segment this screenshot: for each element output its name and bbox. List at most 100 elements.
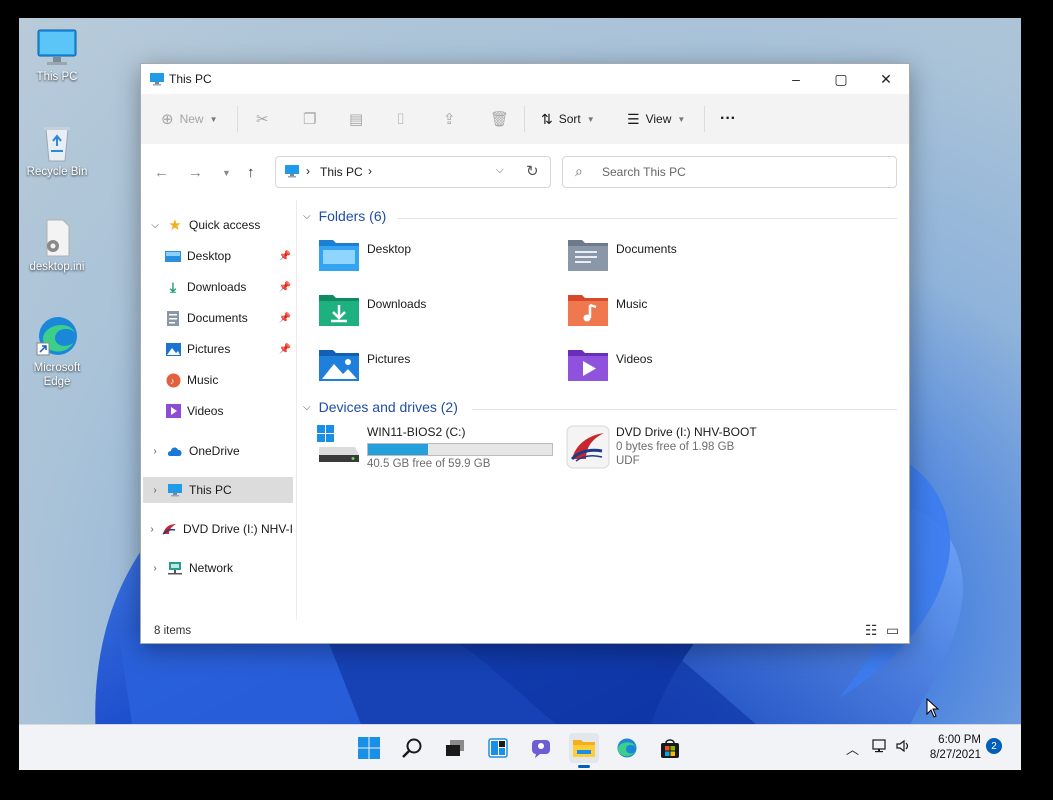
pin-icon: 📌	[278, 312, 291, 324]
clock[interactable]: 6:00 PM 8/27/2021	[927, 733, 981, 763]
task-view-button[interactable]	[440, 733, 470, 763]
volume-icon[interactable]	[895, 738, 911, 757]
copy-button[interactable]: ❐	[303, 108, 316, 130]
network-icon	[167, 560, 183, 576]
cut-button[interactable]: ✂	[256, 108, 269, 130]
chevron-down-icon: ⌵	[303, 401, 311, 413]
status-bar: 8 items ☷ ▭	[141, 620, 909, 642]
drive-usage-fill	[368, 444, 428, 455]
copy-icon: ❐	[303, 111, 317, 128]
close-button[interactable]: ✕	[863, 64, 909, 94]
section-title: Folders (6)	[318, 208, 387, 224]
folder-tile-downloads[interactable]: Downloads	[317, 291, 557, 337]
nav-item-documents[interactable]: Documents 📌	[143, 305, 293, 331]
clock-date: 8/27/2021	[929, 749, 981, 761]
nav-item-this-pc[interactable]: › This PC	[143, 477, 293, 503]
folder-label: Downloads	[367, 297, 427, 311]
widgets-icon	[488, 738, 508, 758]
search-box[interactable]: ⌕ Search This PC	[562, 156, 897, 188]
widgets-button[interactable]	[483, 733, 513, 763]
nav-item-music[interactable]: ♪ Music	[143, 367, 293, 393]
nav-item-dvd-drive[interactable]: › DVD Drive (I:) NHV-I	[143, 516, 293, 542]
paste-button[interactable]: ▤	[349, 108, 363, 130]
drive-usage-bar	[367, 443, 553, 456]
desktop-icon-desktop-ini[interactable]: desktop.ini	[19, 218, 95, 274]
folders-section-header[interactable]: ⌵ Folders (6)	[303, 208, 386, 224]
start-button[interactable]	[354, 733, 384, 763]
folder-label: Pictures	[367, 352, 411, 366]
nav-quick-access[interactable]: ⌵ ★ Quick access	[143, 212, 293, 238]
nav-label: Desktop	[187, 249, 232, 263]
up-button[interactable]: ↑	[247, 164, 255, 181]
desktop-icon-label: Microsoft Edge	[33, 362, 81, 388]
task-view-icon	[446, 740, 464, 756]
details-view-icon[interactable]: ☷	[865, 622, 878, 639]
search-placeholder: Search This PC	[602, 165, 686, 179]
settings-file-icon	[35, 218, 79, 258]
delete-button[interactable]: 🗑	[490, 108, 509, 130]
chat-button[interactable]	[526, 733, 556, 763]
view-button[interactable]: ☰ View ▼	[627, 108, 685, 130]
file-explorer-button[interactable]	[569, 733, 599, 768]
music-icon: ♪	[165, 372, 181, 388]
back-button[interactable]: ←	[154, 164, 169, 181]
pin-icon: 📌	[278, 281, 291, 293]
nav-item-onedrive[interactable]: › OneDrive	[143, 438, 293, 464]
navigation-pane: ⌵ ★ Quick access Desktop 📌 ⤓ Downloads 📌…	[141, 200, 297, 620]
recent-locations-button[interactable]: ▼	[222, 168, 231, 178]
folder-tile-videos[interactable]: Videos	[566, 346, 806, 392]
desktop-icon-recycle-bin[interactable]: Recycle Bin	[19, 123, 95, 179]
forward-button[interactable]: →	[188, 164, 203, 181]
more-options-button[interactable]: ···	[720, 108, 736, 130]
nav-item-network[interactable]: › Network	[143, 555, 293, 581]
folder-tile-documents[interactable]: Documents	[566, 236, 806, 282]
monitor-icon	[35, 28, 79, 68]
search-icon	[402, 738, 422, 758]
start-icon	[358, 737, 380, 759]
edge-button[interactable]	[612, 733, 642, 763]
refresh-icon[interactable]: ↻	[526, 162, 539, 180]
maximize-button[interactable]: ▢	[818, 64, 864, 94]
address-bar[interactable]: › This PC › ⌵ ↻	[275, 156, 551, 188]
drive-details: WIN11-BIOS2 (C:) 40.5 GB free of 59.9 GB	[367, 425, 553, 481]
rename-button[interactable]: ⌷	[396, 108, 405, 130]
sort-button[interactable]: ⇅ Sort ▼	[541, 108, 595, 130]
nav-label: Network	[189, 561, 234, 575]
folder-tile-pictures[interactable]: Pictures	[317, 346, 557, 392]
breadcrumb-this-pc[interactable]: This PC	[320, 165, 363, 179]
nav-item-videos[interactable]: Videos	[143, 398, 293, 424]
nav-item-downloads[interactable]: ⤓ Downloads 📌	[143, 274, 293, 300]
toolbar-divider	[704, 106, 705, 132]
desktop-icon-this-pc[interactable]: This PC	[19, 28, 95, 84]
folder-tile-music[interactable]: Music	[566, 291, 806, 337]
nav-item-pictures[interactable]: Pictures 📌	[143, 336, 293, 362]
chevron-down-icon: ▼	[209, 114, 218, 124]
tiles-view-icon[interactable]: ▭	[886, 622, 899, 639]
nav-label: Documents	[187, 311, 248, 325]
nav-item-desktop[interactable]: Desktop 📌	[143, 243, 293, 269]
drive-tile-c[interactable]: WIN11-BIOS2 (C:) 40.5 GB free of 59.9 GB	[317, 425, 553, 481]
minimize-button[interactable]: –	[773, 64, 819, 94]
store-button[interactable]	[655, 733, 685, 763]
chevron-down-icon: ⌵	[151, 219, 159, 231]
section-divider	[397, 218, 897, 219]
chevron-right-icon: ›	[150, 523, 154, 535]
chevron-down-icon: ▼	[586, 114, 595, 124]
sort-icon: ⇅	[541, 110, 553, 127]
search-button[interactable]	[397, 733, 427, 763]
title-bar[interactable]: This PC – ▢ ✕	[141, 64, 909, 94]
more-icon: ···	[720, 110, 736, 127]
network-status-icon[interactable]	[871, 738, 889, 757]
folder-tile-desktop[interactable]: Desktop	[317, 236, 557, 282]
drive-tile-dvd[interactable]: DVD Drive (I:) NHV-BOOT 0 bytes free of …	[566, 425, 757, 481]
chevron-right-icon: ›	[153, 445, 157, 457]
folder-label: Documents	[616, 242, 677, 256]
new-button[interactable]: ⊕ New ▼	[161, 108, 218, 130]
address-history-chevron-icon[interactable]: ⌵	[496, 165, 504, 176]
devices-section-header[interactable]: ⌵ Devices and drives (2)	[303, 399, 458, 415]
notification-badge[interactable]: 2	[986, 738, 1002, 754]
desktop-icon-edge[interactable]: Microsoft Edge	[19, 313, 95, 389]
show-hidden-icons-chevron-icon[interactable]: ︿	[846, 739, 859, 758]
hard-drive-icon	[317, 425, 361, 465]
share-button[interactable]: ⇪	[443, 108, 456, 130]
